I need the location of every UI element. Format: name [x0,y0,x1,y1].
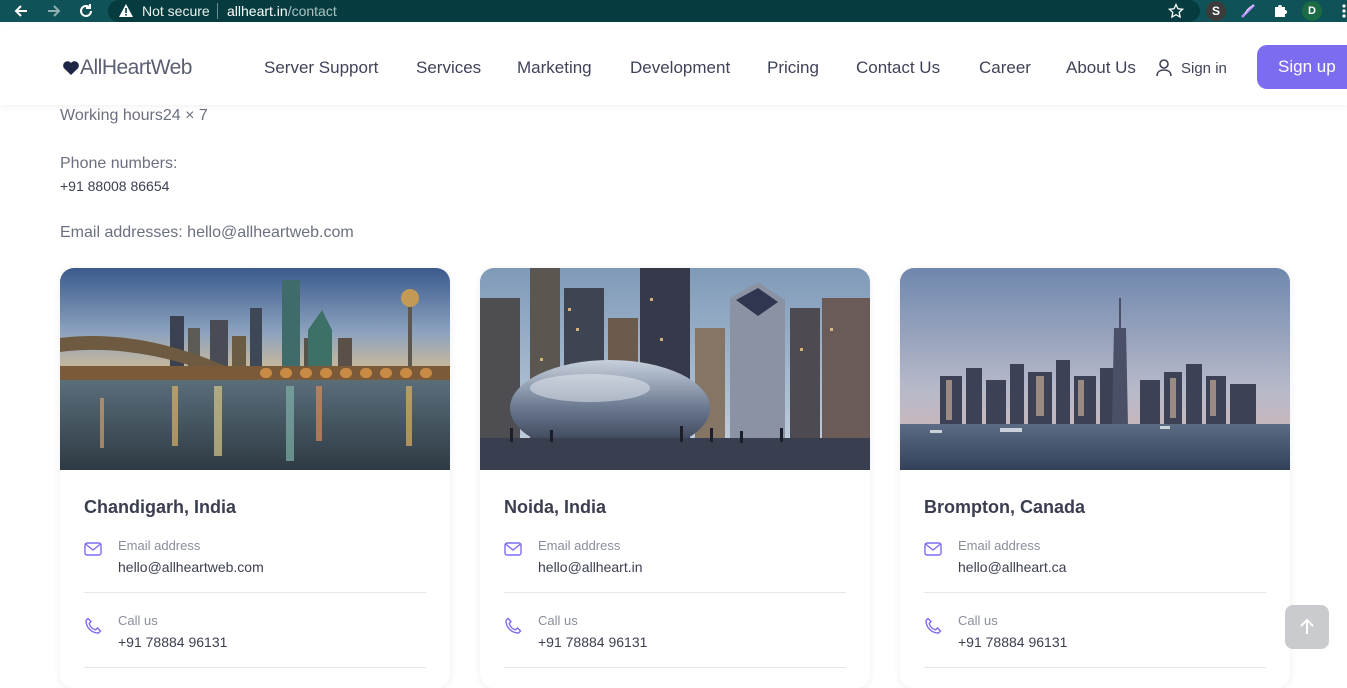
email-row: Email address hello@allheart.in [504,538,846,598]
row-divider [924,592,1266,593]
city-photo-chicago-bean [480,268,870,470]
sign-in-label: Sign in [1181,59,1227,77]
scroll-to-top-button[interactable] [1285,605,1329,649]
email-addresses: Email addresses: hello@allheartweb.com [60,224,354,241]
email-value[interactable]: hello@allheart.ca [958,559,1066,575]
phone-number[interactable]: +91 88008 86654 [60,178,169,194]
extension-s-icon[interactable]: S [1206,1,1226,21]
phone-icon [84,617,102,640]
back-icon[interactable] [11,1,31,21]
url-host: allheart.in [227,3,288,19]
row-divider [504,592,846,593]
phone-row: Call us +91 78884 96131 [504,613,846,673]
row-divider [84,592,426,593]
office-city: Noida, India [504,497,607,517]
phone-icon [924,617,942,640]
city-photo-dallas-skyline [60,268,450,470]
office-card-noida: Noida, India Email address hello@allhear… [480,268,870,688]
phone-value[interactable]: +91 78884 96131 [958,634,1067,650]
profile-avatar[interactable]: D [1302,1,1322,21]
sign-in-link[interactable]: Sign in [1155,58,1227,78]
security-status[interactable]: Not secure [142,3,210,19]
warning-icon[interactable] [118,3,134,23]
phone-value[interactable]: +91 78884 96131 [538,634,647,650]
office-card-brompton: Brompton, Canada Email address hello@all… [900,268,1290,688]
row-divider [84,667,426,668]
phone-value[interactable]: +91 78884 96131 [118,634,227,650]
nav-development[interactable]: Development [630,58,730,78]
address-divider [217,3,218,19]
phone-row: Call us +91 78884 96131 [84,613,426,673]
url-path: /contact [287,3,337,19]
mail-icon [924,542,942,561]
office-card-chandigarh: Chandigarh, India Email address hello@al… [60,268,450,688]
working-hours: Working hours24 × 7 [60,107,208,124]
email-row: Email address hello@allheart.ca [924,538,1266,598]
email-value[interactable]: hello@allheart.in [538,559,643,575]
call-label: Call us [118,613,158,628]
sign-up-button[interactable]: Sign up [1257,45,1347,89]
nav-marketing[interactable]: Marketing [517,58,592,78]
heart-icon [63,61,79,75]
row-divider [924,667,1266,668]
reload-icon[interactable] [76,1,96,21]
row-divider [504,667,846,668]
site-logo[interactable]: AllHeartWeb [62,56,193,80]
feather-extension-icon[interactable] [1238,1,1258,21]
email-value[interactable]: hello@allheartweb.com [118,559,264,575]
logo-text: AllHeartWeb [80,56,193,79]
kebab-menu-icon[interactable] [1334,1,1347,21]
email-label: Email address [538,538,621,553]
phone-row: Call us +91 78884 96131 [924,613,1266,673]
user-icon [1156,59,1172,77]
arrow-up-icon [1300,618,1314,634]
mail-icon [504,542,522,561]
office-city: Chandigarh, India [84,497,237,517]
nav-career[interactable]: Career [979,58,1031,78]
call-label: Call us [538,613,578,628]
nav-pricing[interactable]: Pricing [767,58,819,78]
forward-icon[interactable] [44,1,64,21]
browser-toolbar: Not secure allheart.in/contact S D [0,0,1347,22]
email-label: Email address [118,538,201,553]
call-label: Call us [958,613,998,628]
mail-icon [84,542,102,561]
puzzle-icon[interactable] [1270,1,1290,21]
url-text[interactable]: allheart.in/contact [227,3,337,19]
office-city: Brompton, Canada [924,497,1086,517]
email-row: Email address hello@allheartweb.com [84,538,426,598]
phone-icon [504,617,522,640]
email-label: Email address [958,538,1041,553]
nav-services[interactable]: Services [416,58,481,78]
city-photo-nyc-skyline [900,268,1290,470]
phone-heading: Phone numbers: [60,155,178,172]
star-icon[interactable] [1166,1,1186,21]
nav-server-support[interactable]: Server Support [264,58,378,78]
nav-about-us[interactable]: About Us [1066,58,1136,78]
nav-contact-us[interactable]: Contact Us [856,58,940,78]
